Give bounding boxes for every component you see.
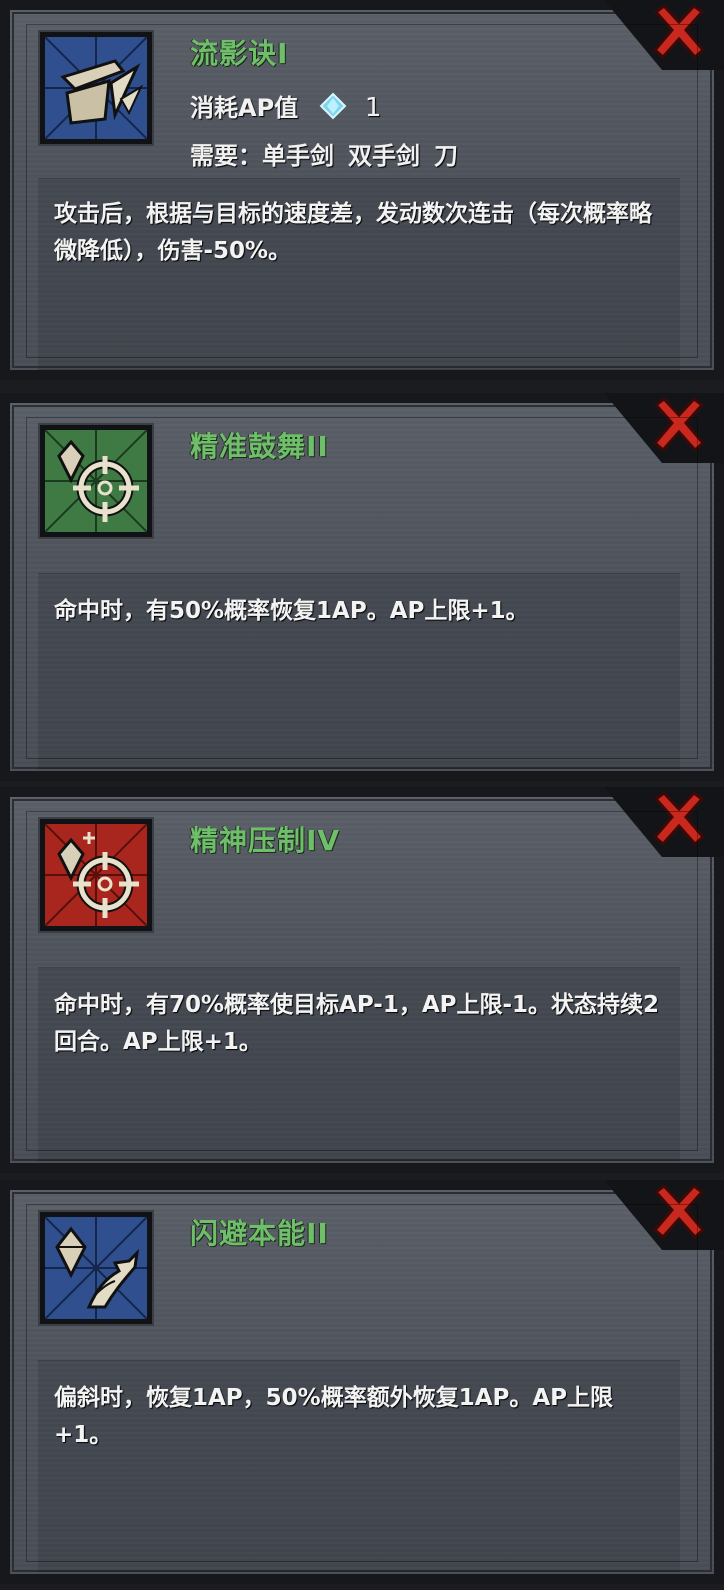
skill-card-stack: 流影诀I 消耗AP值 1 需要：单手剑 双手剑刀 攻击后，根据与目标的速度差，发动… xyxy=(0,0,724,1590)
skill-description: 攻击后，根据与目标的速度差，发动数次连击（每次概率略微降低），伤害-50%。 xyxy=(54,201,652,264)
close-button[interactable] xyxy=(650,1182,708,1240)
requirement-label: 需要： xyxy=(190,142,262,170)
slash-strike-icon xyxy=(40,32,152,144)
corner-decoration xyxy=(604,1180,724,1250)
skill-title: 精准鼓舞II xyxy=(190,430,329,463)
requirement-item: 刀 xyxy=(434,142,458,170)
skill-title: 精神压制IV xyxy=(190,824,341,857)
close-button[interactable] xyxy=(650,2,708,60)
ap-cost-row: 消耗AP值 1 xyxy=(190,88,381,126)
requirement-row: 需要：单手剑 双手剑刀 xyxy=(190,136,458,171)
skill-card-4: 闪避本能II 偏斜时，恢复1AP，50%概率额外恢复1AP。AP上限+1。 xyxy=(0,1180,724,1584)
skill-description: 命中时，有50%概率恢复1AP。AP上限+1。 xyxy=(54,598,529,624)
requirement-item: 单手剑 xyxy=(262,142,334,170)
skill-description: 命中时，有70%概率使目标AP-1，AP上限-1。状态持续2回合。AP上限+1。 xyxy=(54,992,660,1055)
skill-card-1: 流影诀I 消耗AP值 1 需要：单手剑 双手剑刀 攻击后，根据与目标的速度差，发动… xyxy=(0,0,724,380)
crystal-crosshair-icon xyxy=(40,425,152,537)
ap-gem-icon xyxy=(319,92,347,126)
crystal-plus-crosshair-icon xyxy=(40,819,152,931)
skill-description: 偏斜时，恢复1AP，50%概率额外恢复1AP。AP上限+1。 xyxy=(54,1385,614,1448)
corner-decoration xyxy=(604,393,724,463)
close-icon xyxy=(652,3,706,60)
crystal-bird-icon xyxy=(40,1212,152,1324)
requirement-item: 双手剑 xyxy=(348,142,420,170)
ap-cost-value: 1 xyxy=(364,93,382,123)
skill-title: 闪避本能II xyxy=(190,1217,329,1250)
corner-decoration xyxy=(604,787,724,857)
close-icon xyxy=(652,396,706,453)
corner-decoration xyxy=(604,0,724,70)
skill-card-3: 精神压制IV 命中时，有70%概率使目标AP-1，AP上限-1。状态持续2回合。… xyxy=(0,787,724,1173)
close-button[interactable] xyxy=(650,395,708,453)
skill-card-2: 精准鼓舞II 命中时，有50%概率恢复1AP。AP上限+1。 xyxy=(0,393,724,781)
close-icon xyxy=(652,1183,706,1240)
skill-title: 流影诀I xyxy=(190,37,289,70)
close-icon xyxy=(652,790,706,847)
close-button[interactable] xyxy=(650,789,708,847)
ap-cost-label: 消耗AP值 xyxy=(190,94,299,122)
